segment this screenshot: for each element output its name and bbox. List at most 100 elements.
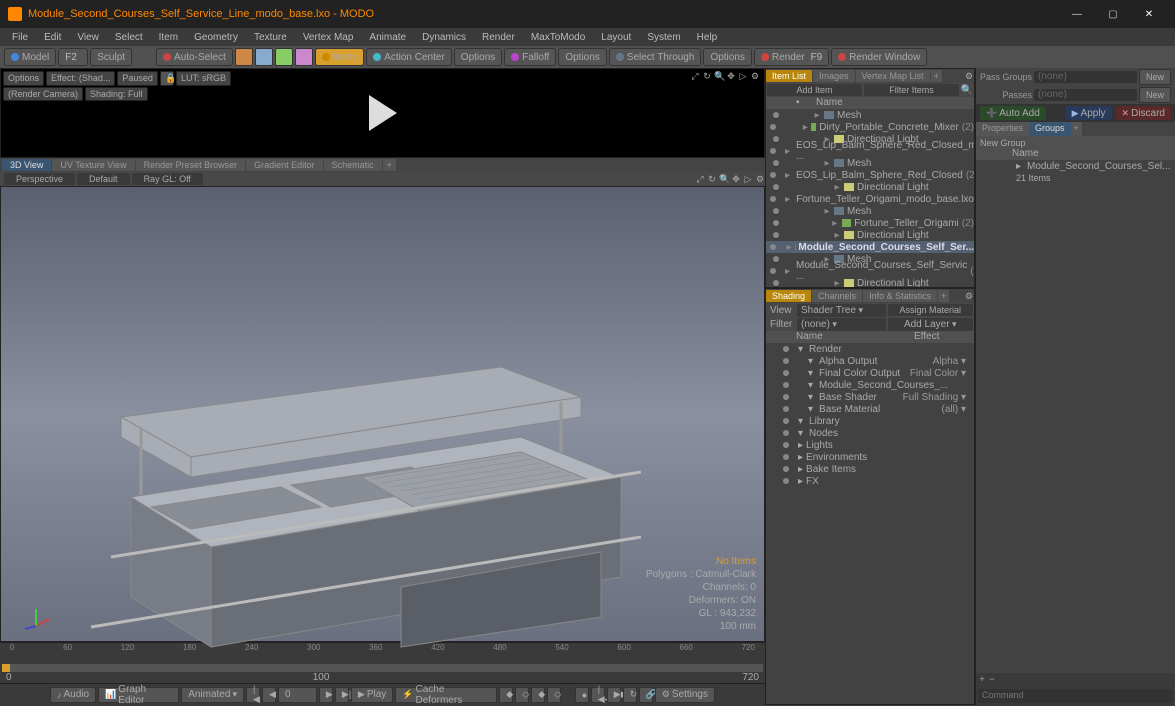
3d-viewport[interactable]: No Items Polygons : Catmull-Clark Channe… xyxy=(0,186,765,642)
menu-view[interactable]: View xyxy=(69,30,107,45)
vp-search-icon[interactable]: 🔍 xyxy=(719,174,729,184)
animated-dropdown[interactable]: Animated ▾ xyxy=(181,687,244,703)
tab-vertexmap[interactable]: Vertex Map List xyxy=(856,70,930,82)
tab-add-icon-3[interactable]: + xyxy=(1071,122,1082,136)
step-fwd-button[interactable]: ▶ xyxy=(319,687,333,703)
item-row[interactable]: ▸Directional Light xyxy=(766,181,974,193)
render-camera[interactable]: (Render Camera) xyxy=(3,87,83,101)
close-button[interactable]: ✕ xyxy=(1131,4,1167,24)
apply-button[interactable]: ▶ Apply xyxy=(1066,106,1112,120)
minimize-button[interactable]: — xyxy=(1059,4,1095,24)
auto-add-button[interactable]: ➕ Auto Add xyxy=(980,106,1046,120)
menu-vertexmap[interactable]: Vertex Map xyxy=(295,30,362,45)
tab-add-icon[interactable]: + xyxy=(931,70,942,82)
rec-icon[interactable]: ● xyxy=(575,687,589,703)
search-icon[interactable]: 🔍 xyxy=(960,85,974,96)
shader-row[interactable]: ▾Library xyxy=(766,415,974,427)
options-button-1[interactable]: Options xyxy=(454,48,502,66)
passes-new-button[interactable]: New xyxy=(1139,87,1171,103)
timeline-scrubber[interactable] xyxy=(2,664,763,672)
f2-button[interactable]: F2 xyxy=(58,48,88,66)
item-row[interactable]: ▸Fortune_Teller_Origami_modo_base.lxo xyxy=(766,193,974,205)
shader-row[interactable]: ▾Render xyxy=(766,343,974,355)
shader-row[interactable]: ▸Bake Items xyxy=(766,463,974,475)
menu-render[interactable]: Render xyxy=(474,30,523,45)
item-row[interactable]: ▸Mesh xyxy=(766,205,974,217)
key-icon-2[interactable]: ◇ xyxy=(515,687,529,703)
expand-icon[interactable]: ⤢ xyxy=(690,71,700,81)
panel-gear-icon[interactable]: ⚙ xyxy=(964,71,974,81)
play-icon[interactable] xyxy=(369,95,397,131)
render-effect[interactable]: Effect: (Shad... xyxy=(46,71,115,86)
menu-edit[interactable]: Edit xyxy=(36,30,69,45)
discard-button[interactable]: ✕ Discard xyxy=(1116,106,1171,120)
tab-properties[interactable]: Properties xyxy=(976,122,1029,136)
loop-icon[interactable]: ↻ xyxy=(623,687,637,703)
maximize-button[interactable]: ▢ xyxy=(1095,4,1131,24)
tab-shading[interactable]: Shading xyxy=(766,290,811,302)
key-icon-1[interactable]: ◆ xyxy=(499,687,513,703)
view-perspective[interactable]: Perspective xyxy=(4,173,75,185)
play-button[interactable]: ▶ Play xyxy=(351,687,393,703)
passes-field[interactable]: (none) xyxy=(1034,89,1137,101)
view-raygl[interactable]: Ray GL: Off xyxy=(132,173,203,185)
tab-add[interactable]: + xyxy=(383,159,396,171)
render-button[interactable]: Render F9 xyxy=(754,48,829,66)
model-button[interactable]: Model xyxy=(4,48,56,66)
shader-row[interactable]: ▾Module_Second_Courses_... xyxy=(766,379,974,391)
tool-icon-1[interactable] xyxy=(235,48,253,66)
tab-info[interactable]: Info & Statistics xyxy=(863,290,937,302)
move-icon[interactable]: ✥ xyxy=(726,71,736,81)
tab-channels[interactable]: Channels xyxy=(812,290,862,302)
menu-maxtomodo[interactable]: MaxToModo xyxy=(523,30,593,45)
remove-icon[interactable]: − xyxy=(987,674,997,684)
tab-schematic[interactable]: Schematic xyxy=(324,159,382,171)
items-button[interactable]: Items xyxy=(315,48,364,66)
tab-gradient[interactable]: Gradient Editor xyxy=(246,159,323,171)
falloff-button[interactable]: Falloff xyxy=(504,48,556,66)
key-icon-3[interactable]: ◆ xyxy=(531,687,545,703)
options-button-3[interactable]: Options xyxy=(703,48,751,66)
filter-dropdown[interactable]: (none) ▾ xyxy=(797,318,886,331)
shader-row[interactable]: ▾Final Color OutputFinal Color ▾ xyxy=(766,367,974,379)
menu-item[interactable]: Item xyxy=(151,30,186,45)
tab-itemlist[interactable]: Item List xyxy=(766,70,812,82)
key-icon-4[interactable]: ◇ xyxy=(547,687,561,703)
item-row[interactable]: ▸Mesh xyxy=(766,109,974,121)
shader-row[interactable]: ▾Nodes xyxy=(766,427,974,439)
shader-row[interactable]: ▾Alpha OutputAlpha ▾ xyxy=(766,355,974,367)
render-options-button[interactable]: Options xyxy=(3,71,44,86)
lock-icon[interactable]: 🔒 xyxy=(160,71,174,86)
audio-button[interactable]: ♪ Audio xyxy=(50,687,96,703)
render-lut[interactable]: LUT: sRGB xyxy=(176,71,231,86)
sculpt-button[interactable]: Sculpt xyxy=(90,48,132,66)
settings-button[interactable]: ⚙ Settings xyxy=(655,687,715,703)
shader-row[interactable]: ▸Environments xyxy=(766,451,974,463)
group-item[interactable]: ▸Module_Second_Courses_Sel... xyxy=(976,160,1175,172)
render-shading[interactable]: Shading: Full xyxy=(85,87,148,101)
frame-field[interactable]: 0 xyxy=(278,687,317,703)
shader-tree-dropdown[interactable]: Shader Tree ▾ xyxy=(797,304,886,317)
tab-preset[interactable]: Render Preset Browser xyxy=(136,159,246,171)
passgroups-field[interactable]: (none) xyxy=(1034,71,1137,83)
view-default[interactable]: Default xyxy=(77,173,130,185)
render-window-button[interactable]: Render Window xyxy=(831,48,927,66)
refresh-icon[interactable]: ↻ xyxy=(702,71,712,81)
shader-row[interactable]: ▸FX xyxy=(766,475,974,487)
passgroups-new-button[interactable]: New xyxy=(1139,69,1171,85)
menu-file[interactable]: File xyxy=(4,30,36,45)
render-preview[interactable]: Options Effect: (Shad... Paused 🔒 LUT: s… xyxy=(0,68,765,158)
add-layer-button[interactable]: Add Layer ▾ xyxy=(888,318,974,331)
vp-gear-icon[interactable]: ⚙ xyxy=(755,174,765,184)
gear-icon[interactable]: ⚙ xyxy=(750,71,760,81)
item-row[interactable]: ▸Dirty_Portable_Concrete_Mixer (2) xyxy=(766,121,974,133)
vp-tri-icon[interactable]: ▷ xyxy=(743,174,753,184)
link-icon[interactable]: 🔗 xyxy=(639,687,653,703)
tab-3dview[interactable]: 3D View xyxy=(2,159,51,171)
shader-row[interactable]: ▾Base ShaderFull Shading ▾ xyxy=(766,391,974,403)
menu-select[interactable]: Select xyxy=(107,30,151,45)
tab-uv[interactable]: UV Texture View xyxy=(52,159,134,171)
options-button-2[interactable]: Options xyxy=(558,48,606,66)
item-row[interactable]: ▸Module_Second_Courses_Self_Ser... xyxy=(766,241,974,253)
tab-add-icon-2[interactable]: + xyxy=(938,290,949,302)
